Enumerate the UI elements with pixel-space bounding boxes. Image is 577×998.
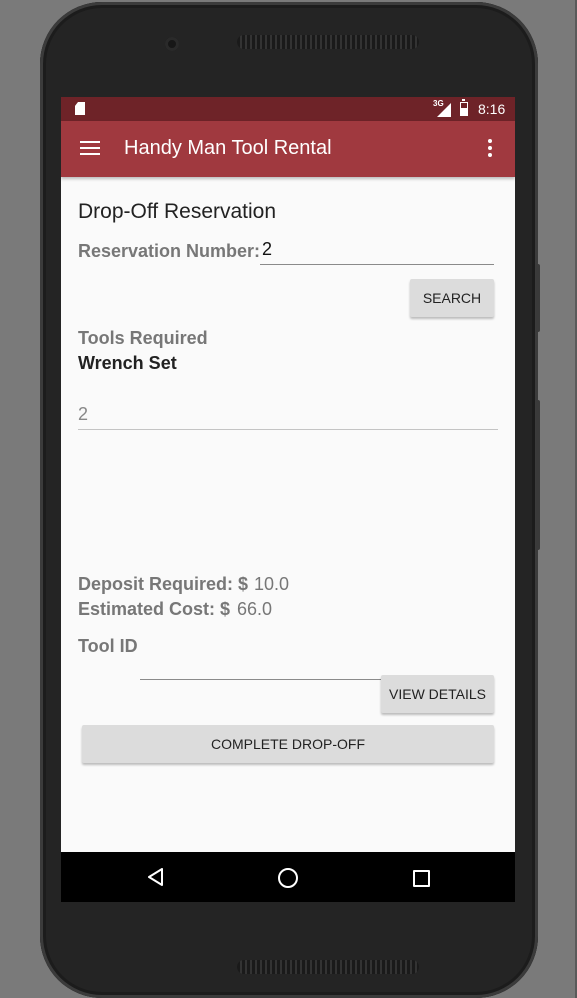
deposit-value: 10.0 <box>254 574 290 594</box>
home-circle-icon[interactable] <box>278 868 298 888</box>
more-vertical-icon[interactable] <box>487 139 493 159</box>
volume-button <box>536 400 540 550</box>
status-bar: 3G 8:16 <box>61 97 515 121</box>
tool-name: Wrench Set <box>78 353 177 373</box>
complete-dropoff-button[interactable]: COMPLETE DROP-OFF <box>82 725 494 763</box>
bottom-speaker <box>237 960 419 974</box>
recents-square-icon[interactable] <box>413 870 430 887</box>
system-nav-bar <box>61 852 515 902</box>
app-title: Handy Man Tool Rental <box>124 137 332 159</box>
estimated-cost-value: 66.0 <box>237 599 273 619</box>
tool-quantity-input[interactable] <box>78 400 498 430</box>
tool-id-label: Tool ID <box>78 636 138 656</box>
tools-required-label: Tools Required <box>78 328 208 348</box>
sd-card-icon <box>75 102 85 115</box>
power-button <box>536 264 540 332</box>
form-content: Drop-Off Reservation Reservation Number:… <box>61 177 515 852</box>
estimated-cost-label: Estimated Cost: $ <box>78 599 231 619</box>
front-camera <box>165 37 179 51</box>
page-title: Drop-Off Reservation <box>78 200 277 223</box>
app-bar: Handy Man Tool Rental <box>61 121 515 177</box>
deposit-label: Deposit Required: $ <box>78 574 249 594</box>
status-time: 8:16 <box>478 101 506 117</box>
back-triangle-icon[interactable] <box>147 868 165 886</box>
battery-icon <box>460 99 468 116</box>
view-details-button[interactable]: VIEW DETAILS <box>381 675 494 713</box>
reservation-number-input[interactable] <box>260 235 494 265</box>
reservation-number-label: Reservation Number: <box>78 241 261 261</box>
app-screen: 3G 8:16 Handy Man Tool Rental Drop-Off R… <box>61 97 515 902</box>
top-speaker <box>237 35 419 49</box>
hamburger-menu-icon[interactable] <box>80 141 100 157</box>
search-button[interactable]: SEARCH <box>410 279 494 317</box>
signal-icon <box>437 103 451 117</box>
